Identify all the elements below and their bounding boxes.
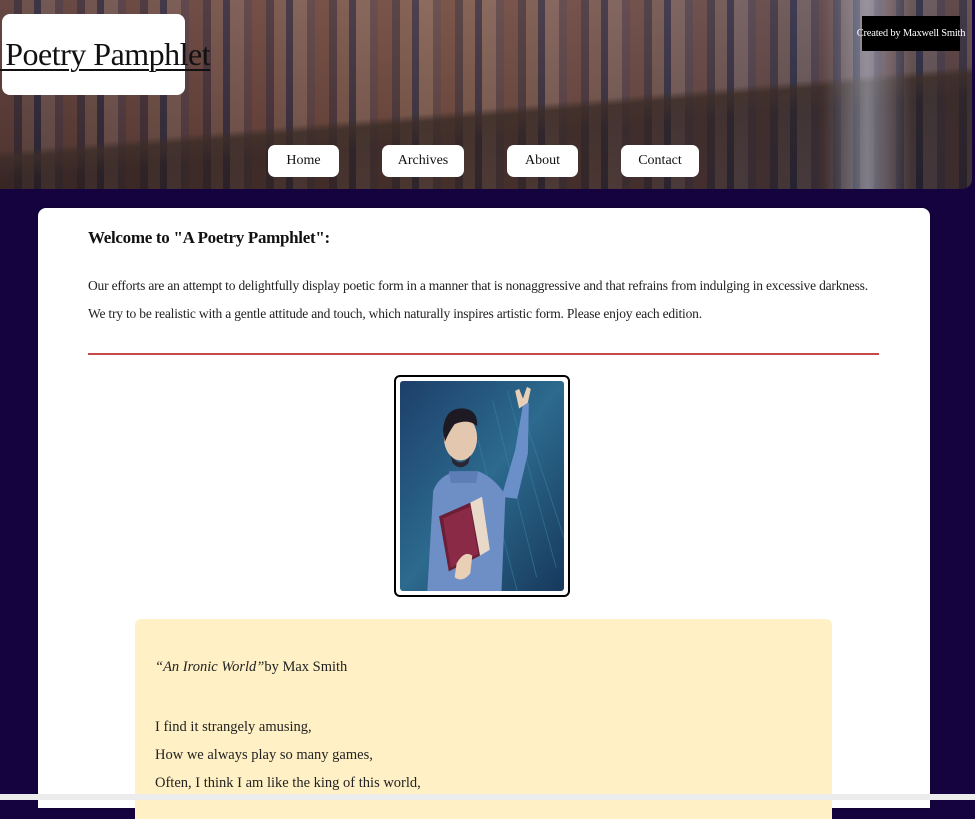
nav-about-button[interactable]: About (507, 145, 578, 177)
site-title-link[interactable]: A Poetry Pamphlet (0, 36, 211, 73)
nav-archives-button[interactable]: Archives (382, 145, 464, 177)
poem-line: I find it strangely amusing, (155, 719, 312, 735)
site-logo-box: A Poetry Pamphlet (0, 14, 211, 95)
poem-byline: by Max Smith (264, 659, 348, 675)
section-divider (88, 353, 879, 355)
poem-heading: “An Ironic World”by Max Smith (155, 659, 347, 676)
poet-illustration (394, 375, 570, 597)
nav-contact-button[interactable]: Contact (621, 145, 699, 177)
content-card: Welcome to "A Poetry Pamphlet": Our effo… (38, 208, 930, 819)
intro-paragraph: Our efforts are an attempt to delightful… (88, 278, 868, 321)
nav-home-button[interactable]: Home (268, 145, 339, 177)
poem-line: Often, I think I am like the king of thi… (155, 775, 421, 791)
welcome-heading: Welcome to "A Poetry Pamphlet": (88, 228, 330, 247)
poem-body: I find it strangely amusing, How we alwa… (155, 713, 421, 797)
creator-badge: Created by Maxwell Smith (857, 16, 966, 51)
poem-line: How we always play so many games, (155, 747, 373, 763)
featured-poem: “An Ironic World”by Max Smith I find it … (135, 619, 832, 819)
window-bottom-edge (0, 794, 975, 800)
header-banner: A Poetry Pamphlet Created by Maxwell Smi… (0, 0, 972, 189)
poem-title: “An Ironic World” (155, 659, 265, 675)
poet-reading-book-image (400, 381, 564, 591)
